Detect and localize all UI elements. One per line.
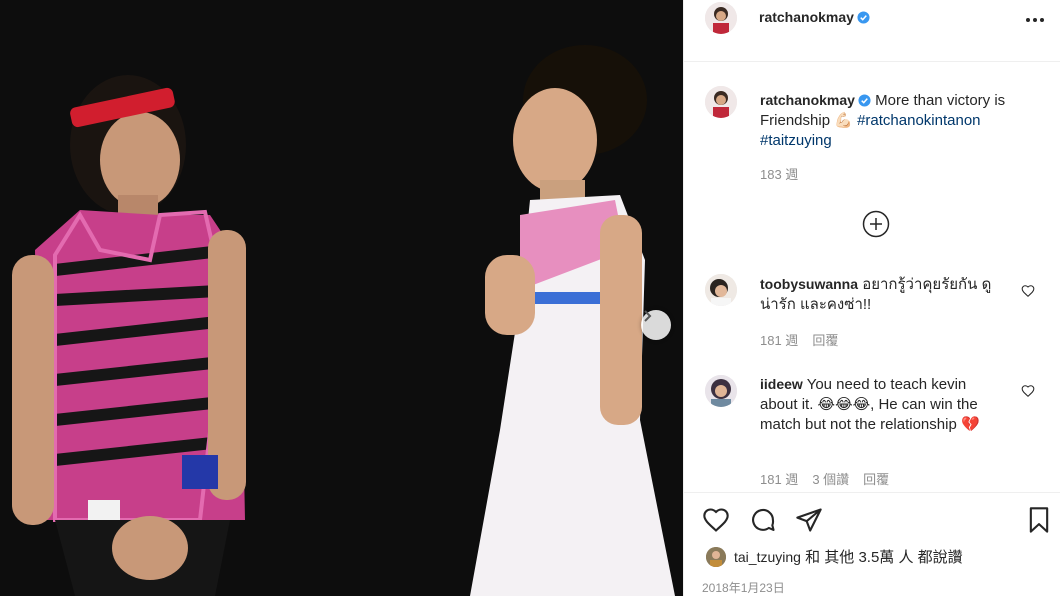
liked-by-row: tai_tzuying 和 其他 3.5萬 人 都說讚 [706,546,963,567]
hashtag-link[interactable]: #ratchanokintanon [857,112,980,129]
plus-circle-icon [862,210,890,238]
post-header: ratchanokmay [684,0,1060,62]
likes-summary[interactable]: 和 其他 3.5萬 人 都說讚 [805,549,963,566]
caption-timestamp: 183 週 [760,167,799,182]
comment-meta: 181 週 3 個讚 回覆 [760,469,889,488]
post-actions: tai_tzuying 和 其他 3.5萬 人 都說讚 2018年1月23日 [684,492,1060,596]
load-more-comments-button[interactable] [862,210,890,238]
post-date: 2018年1月23日 [702,581,785,595]
verified-badge-icon [858,94,871,107]
comment-likes-count[interactable]: 3 個讚 [812,469,849,488]
author-avatar[interactable] [705,2,737,34]
comment-meta: 181 週 回覆 [760,330,838,349]
liker-avatar[interactable] [706,546,726,567]
comment-text-block: toobysuwanna อยากรู้ว่าคุยรัยกัน ดูน่ารั… [760,274,1000,315]
post-photo[interactable] [0,0,683,596]
caption-author-avatar[interactable] [705,86,737,118]
save-bookmark-icon[interactable] [1025,506,1053,534]
reply-button[interactable]: 回覆 [812,330,838,349]
avatar-image [705,274,737,306]
verified-badge-icon [857,11,870,24]
avatar-image [705,86,737,118]
like-heart-icon[interactable] [702,506,730,534]
avatar-image [705,2,737,34]
comment-timestamp: 181 週 [760,333,799,348]
liker-username[interactable]: tai_tzuying [734,549,801,565]
chevron-right-icon [644,310,652,322]
avatar-image [705,375,737,407]
avatar-image [706,546,726,567]
post-side-panel: ratchanokmay ratchanokmay More than vict… [683,0,1060,596]
like-comment-heart-icon[interactable] [1021,284,1035,298]
more-options-button[interactable] [1023,12,1047,28]
flexed-biceps-emoji: 💪🏻 [834,112,853,129]
post-image [0,0,683,596]
reply-button[interactable]: 回覆 [863,469,889,488]
more-horizontal-icon [1026,18,1030,22]
commenter-username[interactable]: iideew [760,376,803,392]
hashtag-link[interactable]: #taitzuying [760,132,832,149]
author-username[interactable]: ratchanokmay [759,9,854,25]
comment-bubble-icon[interactable] [749,506,777,534]
share-paper-plane-icon[interactable] [795,506,823,534]
caption-text-block: ratchanokmay More than victory is Friend… [760,90,1040,151]
commenter-avatar[interactable] [705,274,737,306]
comment-text-block: iideew You need to teach kevin about it.… [760,374,1000,435]
comment-timestamp: 181 週 [760,472,799,487]
commenter-avatar[interactable] [705,375,737,407]
like-comment-heart-icon[interactable] [1021,384,1035,398]
next-image-button[interactable] [641,310,671,340]
caption-username[interactable]: ratchanokmay [760,92,855,108]
commenter-username[interactable]: toobysuwanna [760,276,858,292]
